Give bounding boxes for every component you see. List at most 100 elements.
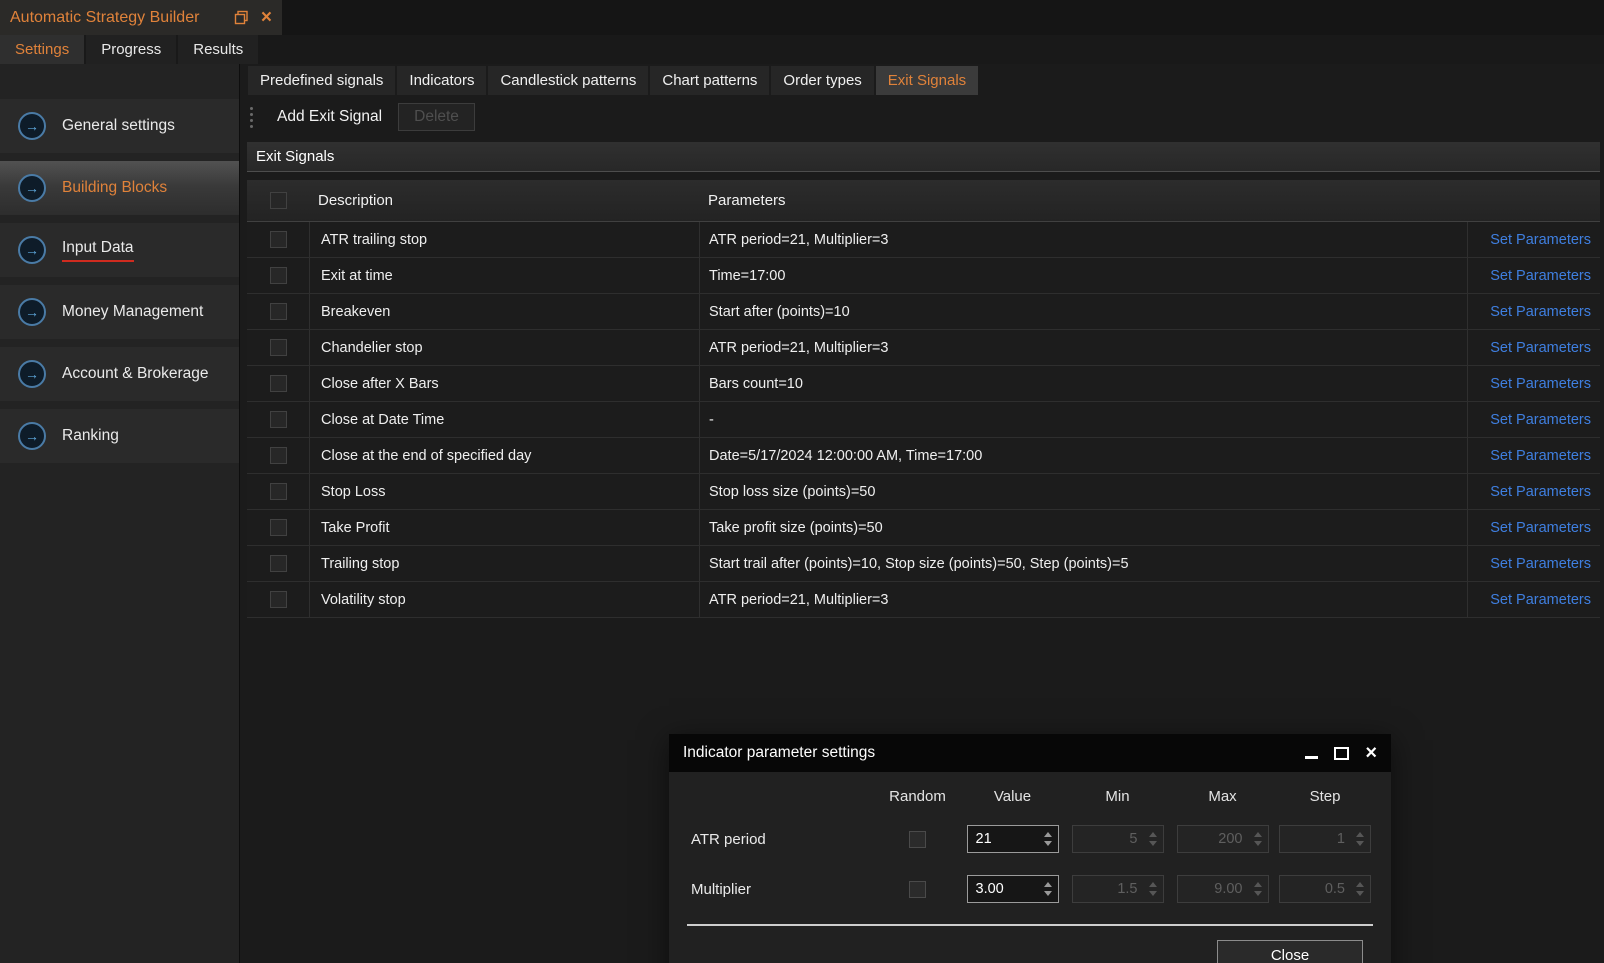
set-parameters-link[interactable]: Set Parameters: [1490, 232, 1591, 248]
spinner-up-icon[interactable]: [1044, 832, 1052, 837]
row-checkbox[interactable]: [270, 267, 287, 284]
building-block-tab-bar: Predefined signals Indicators Candlestic…: [248, 66, 978, 95]
row-checkbox[interactable]: [270, 591, 287, 608]
row-checkbox-cell: [247, 294, 309, 329]
action-cell: Set Parameters: [1467, 474, 1600, 509]
spinner-up-icon: [1149, 882, 1157, 887]
sidebar-item-label: Input Data: [62, 239, 134, 262]
tab-progress[interactable]: Progress: [86, 35, 176, 64]
row-checkbox[interactable]: [270, 411, 287, 428]
table-row[interactable]: ATR trailing stop ATR period=21, Multipl…: [247, 222, 1600, 258]
sidebar-item-money-management[interactable]: → Money Management: [0, 285, 239, 339]
spinner-arrows: [1250, 832, 1268, 846]
window-tab[interactable]: Automatic Strategy Builder ×: [0, 0, 282, 35]
parameters-cell: Time=17:00: [699, 258, 1467, 293]
tab-results[interactable]: Results: [178, 35, 258, 64]
step-cell: 1: [1275, 825, 1375, 853]
row-checkbox-cell: [247, 582, 309, 617]
value-spinner-input[interactable]: 3.00: [968, 881, 1040, 897]
parameters-cell: -: [699, 402, 1467, 437]
set-parameters-link[interactable]: Set Parameters: [1490, 484, 1591, 500]
row-checkbox[interactable]: [270, 231, 287, 248]
tab-exit-signals[interactable]: Exit Signals: [876, 66, 978, 95]
table-row[interactable]: Close after X Bars Bars count=10 Set Par…: [247, 366, 1600, 402]
set-parameters-link[interactable]: Set Parameters: [1490, 592, 1591, 608]
maximize-icon[interactable]: [1334, 747, 1349, 760]
value-spinner[interactable]: 21: [967, 825, 1059, 853]
tab-indicators[interactable]: Indicators: [397, 66, 486, 95]
tab-settings[interactable]: Settings: [0, 35, 84, 64]
row-checkbox-cell: [247, 402, 309, 437]
sidebar-item-ranking[interactable]: → Ranking: [0, 409, 239, 463]
table-row[interactable]: Exit at time Time=17:00 Set Parameters: [247, 258, 1600, 294]
window-title: Automatic Strategy Builder: [10, 9, 222, 27]
toolbar-grip-icon[interactable]: [250, 107, 253, 128]
select-all-checkbox[interactable]: [270, 192, 287, 209]
table-row[interactable]: Breakeven Start after (points)=10 Set Pa…: [247, 294, 1600, 330]
spinner-up-icon: [1254, 882, 1262, 887]
spinner-arrows: [1145, 832, 1163, 846]
max-spinner-input: 9.00: [1178, 881, 1250, 897]
random-checkbox[interactable]: [909, 881, 926, 898]
random-checkbox[interactable]: [909, 831, 926, 848]
set-parameters-link[interactable]: Set Parameters: [1490, 412, 1591, 428]
sidebar-item-general-settings[interactable]: → General settings: [0, 99, 239, 153]
tab-candlestick-patterns[interactable]: Candlestick patterns: [488, 66, 648, 95]
set-parameters-link[interactable]: Set Parameters: [1490, 304, 1591, 320]
set-parameters-link[interactable]: Set Parameters: [1490, 556, 1591, 572]
tab-predefined-signals[interactable]: Predefined signals: [248, 66, 395, 95]
dialog-titlebar[interactable]: Indicator parameter settings ×: [669, 734, 1391, 772]
set-parameters-link[interactable]: Set Parameters: [1490, 376, 1591, 392]
add-exit-signal-button[interactable]: Add Exit Signal: [267, 104, 392, 130]
row-checkbox[interactable]: [270, 519, 287, 536]
sidebar: → General settings → Building Blocks → I…: [0, 64, 240, 963]
table-row[interactable]: Close at Date Time - Set Parameters: [247, 402, 1600, 438]
table-row[interactable]: Take Profit Take profit size (points)=50…: [247, 510, 1600, 546]
row-checkbox[interactable]: [270, 303, 287, 320]
sidebar-item-account-brokerage[interactable]: → Account & Brokerage: [0, 347, 239, 401]
spinner-down-icon[interactable]: [1044, 841, 1052, 846]
dialog-header-row: Random Value Min Max Step: [685, 778, 1375, 814]
value-spinner[interactable]: 3.00: [967, 875, 1059, 903]
tab-chart-patterns[interactable]: Chart patterns: [650, 66, 769, 95]
description-cell: Close at Date Time: [309, 402, 699, 437]
spinner-up-icon[interactable]: [1044, 882, 1052, 887]
close-button[interactable]: Close: [1217, 940, 1363, 963]
sidebar-item-input-data[interactable]: → Input Data: [0, 223, 239, 277]
spinner-up-icon: [1254, 832, 1262, 837]
row-checkbox[interactable]: [270, 447, 287, 464]
column-header-random: Random: [875, 788, 960, 805]
table-row[interactable]: Chandelier stop ATR period=21, Multiplie…: [247, 330, 1600, 366]
parameter-row: Multiplier 3.00: [685, 864, 1375, 914]
spinner-down-icon: [1149, 841, 1157, 846]
table-row[interactable]: Volatility stop ATR period=21, Multiplie…: [247, 582, 1600, 618]
tab-order-types[interactable]: Order types: [771, 66, 873, 95]
close-icon[interactable]: ×: [1365, 744, 1377, 762]
row-checkbox[interactable]: [270, 555, 287, 572]
row-checkbox[interactable]: [270, 483, 287, 500]
min-spinner: 1.5: [1072, 875, 1164, 903]
set-parameters-link[interactable]: Set Parameters: [1490, 268, 1591, 284]
set-parameters-link[interactable]: Set Parameters: [1490, 448, 1591, 464]
spinner-down-icon[interactable]: [1044, 891, 1052, 896]
action-cell: Set Parameters: [1467, 294, 1600, 329]
restore-window-icon[interactable]: [234, 10, 249, 25]
sidebar-item-label: Building Blocks: [62, 179, 167, 197]
table-row[interactable]: Trailing stop Start trail after (points)…: [247, 546, 1600, 582]
dialog-title: Indicator parameter settings: [683, 744, 1305, 762]
set-parameters-link[interactable]: Set Parameters: [1490, 520, 1591, 536]
row-checkbox-cell: [247, 330, 309, 365]
value-spinner-input[interactable]: 21: [968, 831, 1040, 847]
row-checkbox[interactable]: [270, 375, 287, 392]
spinner-up-icon: [1356, 832, 1364, 837]
arrow-right-circle-icon: →: [18, 298, 46, 326]
close-icon[interactable]: ×: [261, 10, 272, 25]
column-header-step: Step: [1275, 788, 1375, 805]
minimize-icon[interactable]: [1305, 756, 1318, 759]
max-cell: 200: [1170, 825, 1275, 853]
row-checkbox[interactable]: [270, 339, 287, 356]
set-parameters-link[interactable]: Set Parameters: [1490, 340, 1591, 356]
sidebar-item-building-blocks[interactable]: → Building Blocks: [0, 161, 239, 215]
table-row[interactable]: Close at the end of specified day Date=5…: [247, 438, 1600, 474]
table-row[interactable]: Stop Loss Stop loss size (points)=50 Set…: [247, 474, 1600, 510]
